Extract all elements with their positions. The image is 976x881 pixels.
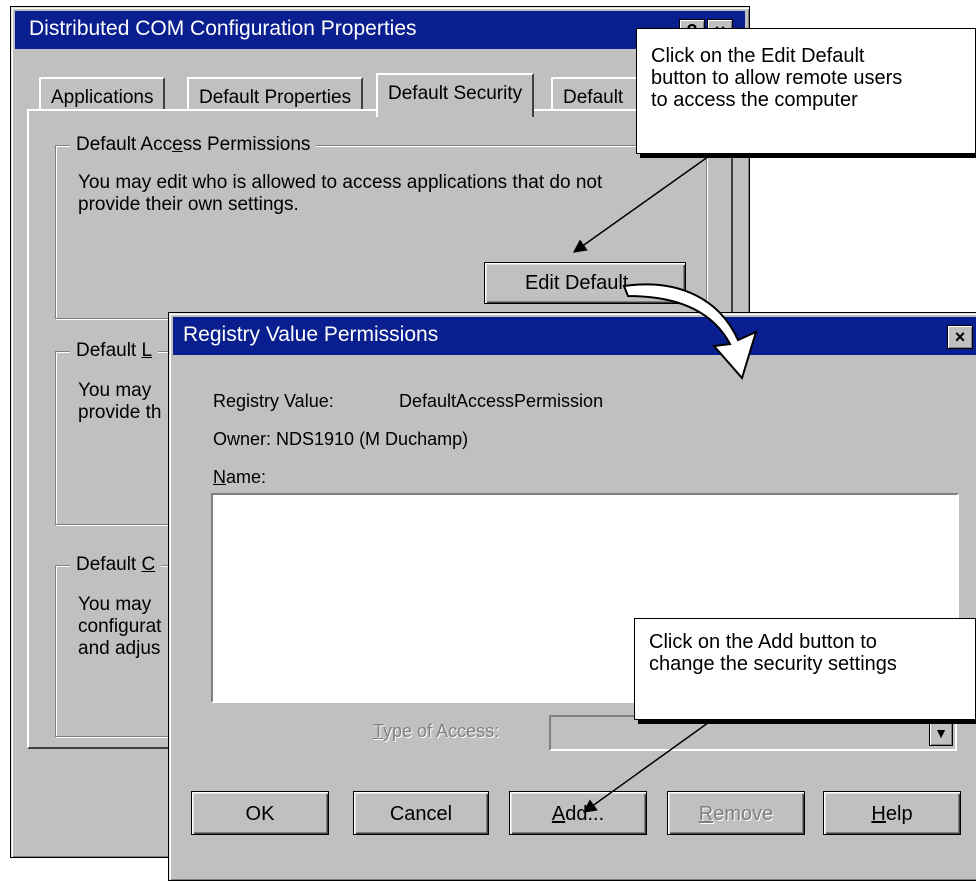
group-legend: Default C	[70, 554, 162, 576]
group-description: You may configurat and adjus	[78, 594, 162, 659]
help-button[interactable]: Help	[823, 791, 961, 835]
type-of-access-label: Type of Access:	[373, 721, 500, 741]
group-legend: Default L	[70, 340, 159, 362]
add-button-callout: Click on the Add button to change the se…	[634, 618, 976, 720]
registry-value-text: DefaultAccessPermission	[399, 391, 604, 411]
default-access-permissions-group: Default Access Permissions You may edit …	[55, 134, 707, 319]
edit-default-callout: Click on the Edit Default button to allo…	[636, 28, 976, 154]
owner-text: Owner: NDS1910 (M Duchamp)	[213, 429, 469, 449]
tab-default-properties[interactable]: Default Properties	[187, 77, 364, 111]
ok-button[interactable]: OK	[191, 791, 329, 835]
dialog-title: Registry Value Permissions	[183, 323, 439, 346]
group-description: You may edit who is allowed to access ap…	[78, 172, 603, 215]
registry-permissions-dialog: Registry Value Permissions × Registry Va…	[168, 312, 976, 881]
group-legend: Default Access Permissions	[70, 134, 317, 156]
group-description: You may provide th	[78, 380, 162, 423]
chevron-down-icon[interactable]: ▼	[929, 720, 953, 746]
name-label: Name:	[213, 467, 267, 487]
dialog-title-bar: Registry Value Permissions ×	[173, 317, 976, 355]
tab-applications[interactable]: Applications	[39, 77, 166, 111]
remove-button[interactable]: Remove	[667, 791, 805, 835]
edit-default-button[interactable]: Edit Default...	[484, 262, 686, 304]
type-of-access-select[interactable]: ▼	[549, 715, 957, 751]
registry-value-label: Registry Value:	[213, 391, 334, 411]
dcom-window-title: Distributed COM Configuration Properties	[29, 17, 417, 40]
tab-default-security[interactable]: Default Security	[376, 73, 535, 117]
add-button[interactable]: Add...	[509, 791, 647, 835]
cancel-button[interactable]: Cancel	[353, 791, 489, 835]
dialog-close-button[interactable]: ×	[947, 325, 973, 349]
